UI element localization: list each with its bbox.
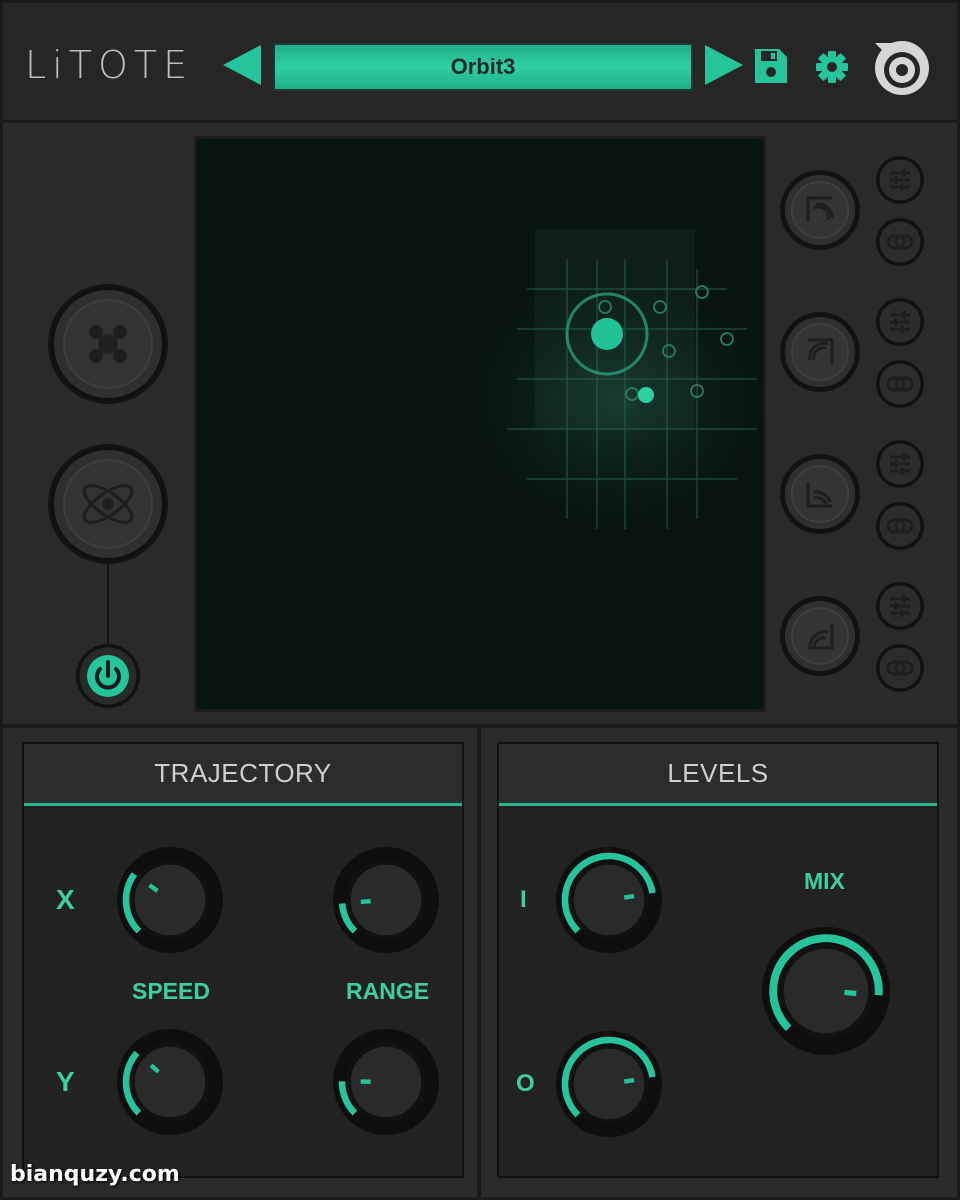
reflection-settings-4-button[interactable] [876, 582, 924, 630]
brand-logo-icon[interactable] [871, 37, 933, 99]
reflection-settings-3-button[interactable] [876, 440, 924, 488]
sliders-icon [890, 169, 910, 191]
reflection-settings-2-button[interactable] [876, 298, 924, 346]
mix-knob[interactable] [760, 925, 892, 1057]
panel-divider [477, 728, 481, 1198]
input-level-knob[interactable] [554, 845, 664, 955]
reflection-mode-1-button[interactable] [780, 170, 860, 250]
prev-preset-button[interactable] [223, 45, 261, 85]
sliders-icon [890, 595, 910, 617]
reflection-link-2-button[interactable] [876, 360, 924, 408]
sliders-icon [890, 311, 910, 333]
xy-trajectory-pad[interactable] [194, 136, 766, 712]
output-level-knob[interactable] [554, 1029, 664, 1139]
reflection-mode-2-button[interactable] [780, 312, 860, 392]
knob-indicator [844, 989, 857, 997]
trajectory-title: TRAJECTORY [24, 744, 462, 806]
reflection-mode-4-button[interactable] [780, 596, 860, 676]
range-y-knob[interactable] [331, 1027, 441, 1137]
orbit-mode-button[interactable] [48, 284, 168, 404]
save-icon[interactable] [755, 49, 787, 83]
input-level-label: I [520, 886, 527, 913]
y-axis-label: Y [56, 1066, 75, 1097]
levels-title: LEVELS [499, 744, 937, 806]
gear-icon[interactable] [815, 50, 849, 84]
speed-y-knob[interactable] [115, 1027, 225, 1137]
watermark: bianquzy.com [10, 1162, 180, 1187]
range-x-knob[interactable] [331, 845, 441, 955]
header-bar: LiTOTE Orbit3 [3, 3, 957, 123]
knob-indicator [623, 893, 635, 900]
knob-indicator [360, 899, 371, 905]
speed-label: SPEED [132, 978, 210, 1004]
atom-mode-button[interactable] [48, 444, 168, 564]
preset-name-display[interactable]: Orbit3 [273, 43, 693, 91]
power-button[interactable] [76, 644, 140, 708]
x-axis-label: X [56, 884, 75, 915]
output-level-label: O [516, 1070, 535, 1097]
speed-x-knob[interactable] [115, 845, 225, 955]
connector-line [107, 560, 109, 646]
reflection-link-3-button[interactable] [876, 502, 924, 550]
reflection-settings-1-button[interactable] [876, 156, 924, 204]
logo: LiTOTE [25, 43, 194, 87]
next-preset-button[interactable] [705, 45, 743, 85]
mix-label: MIX [804, 868, 845, 894]
reflection-link-1-button[interactable] [876, 218, 924, 266]
reflection-mode-3-button[interactable] [780, 454, 860, 534]
sliders-icon [890, 453, 910, 475]
knob-indicator [623, 1077, 635, 1084]
reflection-link-4-button[interactable] [876, 644, 924, 692]
range-label: RANGE [346, 978, 430, 1004]
